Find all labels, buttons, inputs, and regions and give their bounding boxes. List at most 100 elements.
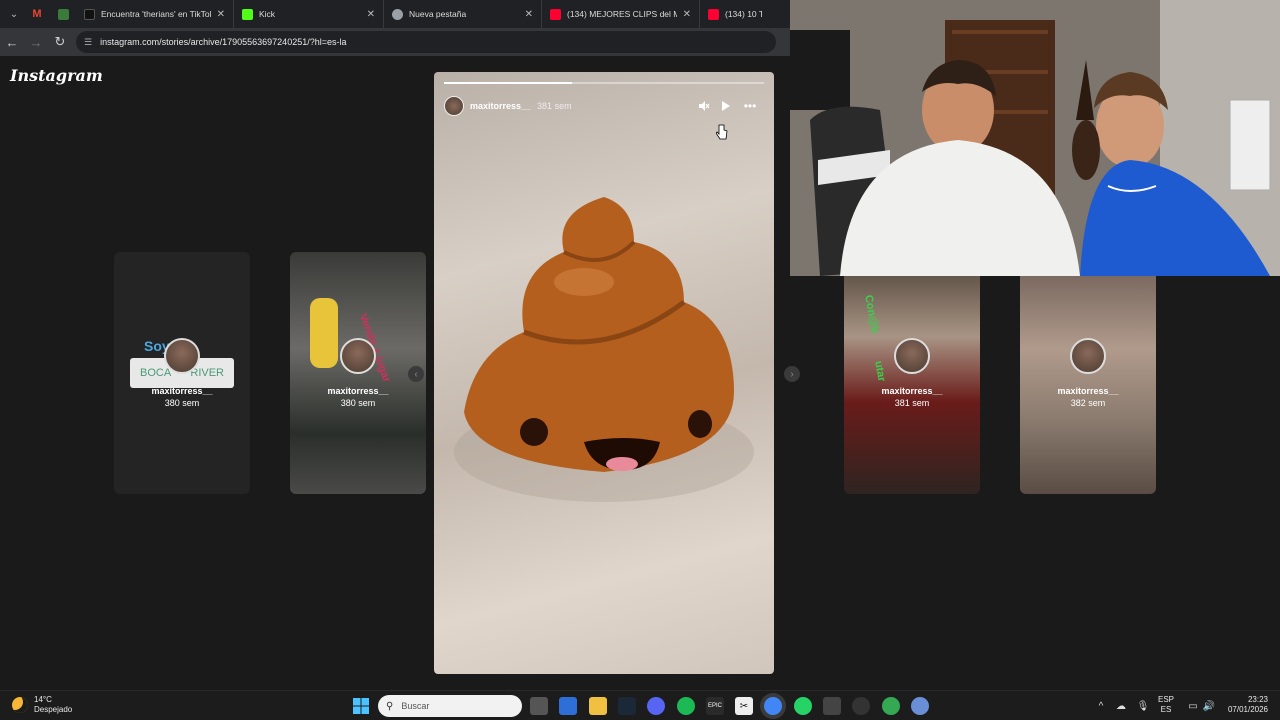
thumbnail-text-boca: BOCA [140, 367, 172, 379]
thumbnail-username: maxitorress__ [151, 386, 213, 396]
story-time: 381 sem [537, 101, 572, 111]
tab-label: Kick [259, 9, 276, 19]
thumbnail-username: maxitorress__ [1057, 386, 1119, 396]
tab-gmail[interactable]: M [24, 0, 50, 28]
tiktok-icon [84, 8, 95, 20]
story-thumbnail[interactable]: Soy BOCA RIVER maxitorress__ 380 sem [114, 252, 250, 494]
instagram-logo[interactable]: Instagram [10, 66, 103, 85]
discord-icon[interactable] [647, 697, 665, 715]
youtube-icon [708, 8, 719, 20]
browser-toolbar: ← → ↻ ☰ instagram.com/stories/archive/17… [0, 28, 790, 56]
close-icon[interactable]: ✕ [525, 9, 533, 20]
tab-label: (134) MEJORES CLIPS del MOM [567, 9, 677, 19]
play-icon[interactable] [716, 94, 736, 118]
thumbnail-text-utar: utar [872, 360, 888, 383]
shield-icon [57, 8, 69, 20]
close-icon[interactable]: ✕ [367, 9, 375, 20]
avatar [340, 338, 376, 374]
thumbnail-age: 380 sem [164, 398, 200, 408]
tab-search-icon[interactable]: ⌄ [4, 4, 24, 24]
store-icon[interactable] [559, 697, 577, 715]
close-icon[interactable]: ✕ [683, 9, 691, 20]
search-placeholder: Buscar [401, 701, 430, 711]
search-icon: ⚲ [386, 700, 394, 712]
tab-youtube-teo[interactable]: (134) 10 TEO [700, 0, 770, 28]
back-icon[interactable]: ← [0, 28, 24, 56]
clock[interactable]: 23:23 07/01/2026 [1224, 695, 1268, 715]
webcam-overlay [790, 0, 1280, 276]
site-info-icon[interactable]: ☰ [84, 37, 92, 48]
cloud-icon[interactable]: ☁ [1112, 697, 1130, 715]
story-thumbnail[interactable]: Con@b utar maxitorress__ 381 sem [844, 252, 980, 494]
steam-icon[interactable] [618, 697, 636, 715]
thumbnail-age: 380 sem [340, 398, 376, 408]
weather-temp: 14°C [34, 695, 52, 704]
more-options-icon[interactable]: ••• [740, 94, 760, 118]
avatar [164, 338, 200, 374]
tab-tiktok[interactable]: Encuentra 'therians' en TikTok | ✕ [76, 0, 234, 28]
thumbnail-username: maxitorress__ [327, 386, 389, 396]
story-username[interactable]: maxitorress__ [470, 101, 531, 111]
weather-desc: Despejado [34, 705, 73, 714]
kick-icon [242, 8, 253, 20]
next-story-icon[interactable]: › [784, 366, 800, 382]
tab-youtube-clips[interactable]: (134) MEJORES CLIPS del MOM ✕ [542, 0, 700, 28]
thumbnail-age: 381 sem [894, 398, 930, 408]
clock-date: 07/01/2026 [1227, 705, 1268, 714]
webcam-scene [790, 0, 1280, 276]
tab-label: Nueva pestaña [409, 9, 467, 19]
windows-taskbar: 14°C Despejado ⚲ Buscar EPIC ✂ ^ ☁ 🎙 ESP [0, 690, 1280, 720]
instagram-page: Instagram Soy BOCA RIVER maxitorress__ 3… [0, 56, 800, 690]
thumbnail-text-river: RIVER [190, 367, 224, 379]
tab-new-tab[interactable]: Nueva pestaña ✕ [384, 0, 542, 28]
avatar [894, 338, 930, 374]
avatar [1070, 338, 1106, 374]
tab-pinned-shield[interactable] [50, 0, 76, 28]
tab-label: Encuentra 'therians' en TikTok | [101, 9, 211, 19]
spotify-icon[interactable] [677, 697, 695, 715]
mouse-cursor-icon [715, 124, 728, 145]
chevron-up-icon[interactable]: ^ [1092, 697, 1110, 715]
browser-tab-strip: ⌄ M Encuentra 'therians' en TikTok | ✕ K… [0, 0, 790, 28]
avatar[interactable] [444, 96, 464, 116]
story-thumbnail[interactable]: maxitorress__ 382 sem [1020, 252, 1156, 494]
obs-capture-icon[interactable] [823, 697, 841, 715]
taskbar-search-input[interactable]: ⚲ Buscar [378, 695, 522, 717]
mute-icon[interactable] [694, 94, 714, 118]
close-icon[interactable]: ✕ [217, 9, 225, 20]
language-indicator[interactable]: ESP ES [1158, 695, 1174, 715]
story-progress-bar [444, 82, 764, 84]
task-view-icon[interactable] [530, 697, 548, 715]
chrome-icon[interactable] [764, 697, 782, 715]
file-explorer-icon[interactable] [589, 697, 607, 715]
capcut-icon[interactable]: ✂ [735, 697, 753, 715]
thumbnail-text-con: Con@b [862, 294, 881, 335]
gmail-icon: M [32, 8, 42, 20]
story-viewer[interactable]: maxitorress__ 381 sem ••• [434, 72, 774, 674]
chrome-profile-icon[interactable] [882, 697, 900, 715]
tab-kick[interactable]: Kick ✕ [234, 0, 384, 28]
lang-top: ESP [1158, 695, 1175, 704]
story-header: maxitorress__ 381 sem ••• [444, 94, 764, 118]
razer-icon[interactable] [852, 697, 870, 715]
reload-icon[interactable]: ↻ [48, 28, 72, 56]
story-thumbnail[interactable]: Vendo a jugar maxitorress__ 380 sem [290, 252, 426, 494]
epic-games-icon[interactable]: EPIC [706, 697, 724, 715]
lang-bottom: ES [1160, 705, 1172, 714]
thumbnail-username: maxitorress__ [881, 386, 943, 396]
settings-gear-icon[interactable] [911, 697, 929, 715]
clock-time: 23:23 [1247, 695, 1268, 704]
youtube-icon [550, 8, 561, 20]
forward-icon[interactable]: → [24, 28, 48, 56]
weather-widget[interactable]: 14°C Despejado [12, 695, 72, 715]
whatsapp-icon[interactable] [794, 697, 812, 715]
microphone-icon[interactable]: 🎙 [1134, 697, 1152, 715]
previous-story-icon[interactable]: ‹ [408, 366, 424, 382]
thumbnail-yellow-shape [310, 298, 338, 368]
chrome-icon [392, 8, 403, 20]
tab-label: (134) 10 TEO [725, 9, 762, 19]
moon-icon [12, 697, 28, 713]
address-bar[interactable]: ☰ instagram.com/stories/archive/17905563… [76, 31, 776, 53]
volume-icon[interactable]: 🔊 [1200, 697, 1218, 715]
windows-start-icon[interactable] [352, 697, 370, 715]
